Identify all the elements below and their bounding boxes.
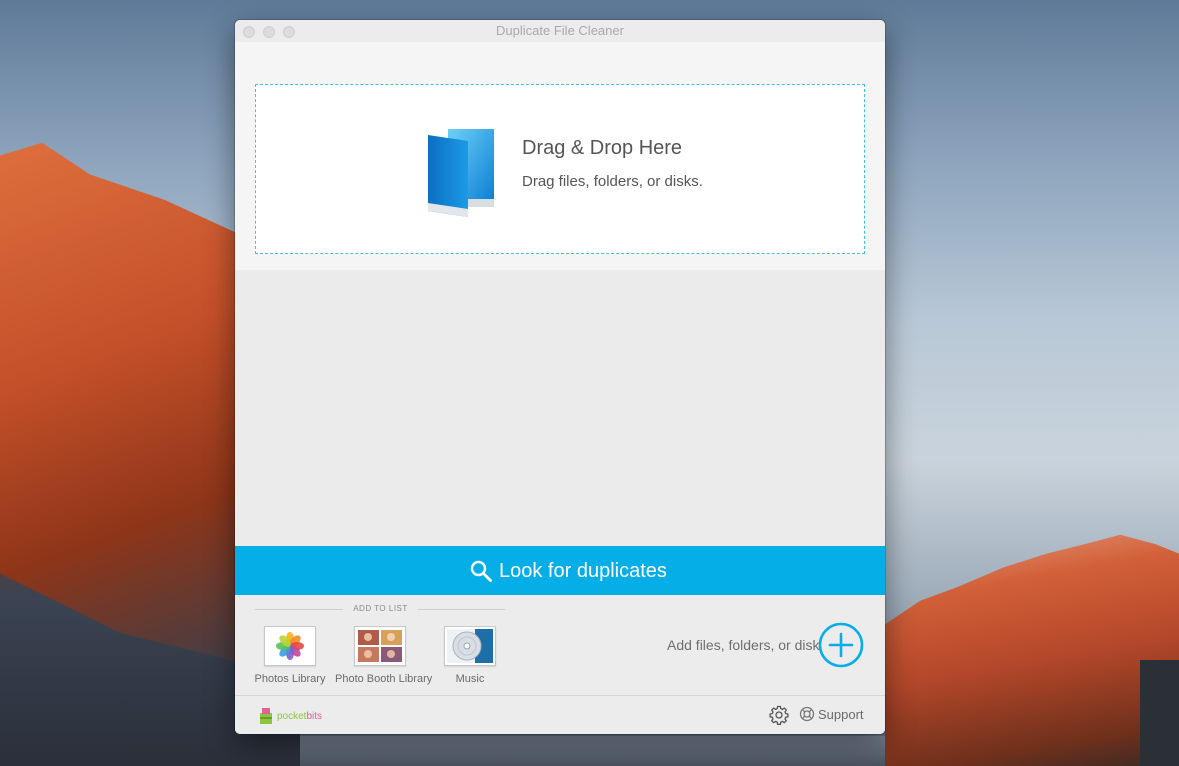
pocketbits-logo[interactable]: pocketbits xyxy=(259,707,322,725)
app-window: Duplicate File Cleaner Drag & Drop Here … xyxy=(235,20,885,734)
zoom-window-button[interactable] xyxy=(283,26,295,38)
divider xyxy=(255,609,343,610)
drop-zone[interactable]: Drag & Drop Here Drag files, folders, or… xyxy=(255,84,865,254)
file-list-area xyxy=(235,270,885,546)
window-title: Duplicate File Cleaner xyxy=(496,23,624,38)
footer: pocketbits Support xyxy=(235,696,885,734)
music-icon xyxy=(444,626,496,666)
title-bar[interactable]: Duplicate File Cleaner xyxy=(235,20,885,42)
lifebuoy-icon xyxy=(799,706,815,722)
brand-suffix: bits xyxy=(306,710,323,722)
wallpaper-valley xyxy=(300,736,885,766)
photos-library-button[interactable]: Photos Library xyxy=(245,626,335,685)
minimize-window-button[interactable] xyxy=(263,26,275,38)
add-panel: ADD TO LIST Photos Library Photo Booth L… xyxy=(235,595,885,695)
close-window-button[interactable] xyxy=(243,26,255,38)
photos-icon xyxy=(264,626,316,666)
drop-title: Drag & Drop Here xyxy=(522,137,683,159)
support-label: Support xyxy=(818,706,864,722)
gear-icon[interactable] xyxy=(769,705,789,725)
music-label: Music xyxy=(455,673,485,685)
add-to-list-header: ADD TO LIST xyxy=(353,604,408,613)
music-library-button[interactable]: Music xyxy=(425,626,515,685)
pocketbits-icon xyxy=(260,708,272,724)
wallpaper-rock-right xyxy=(1140,660,1179,766)
wallpaper-cliff-right xyxy=(885,534,1179,766)
divider xyxy=(418,609,505,610)
search-icon xyxy=(470,560,492,582)
plus-circle-icon[interactable] xyxy=(818,622,864,668)
photos-library-label: Photos Library xyxy=(254,673,326,685)
look-button-label: Look for duplicates xyxy=(499,559,667,582)
brand-prefix: pocket xyxy=(277,710,307,722)
drop-area: Drag & Drop Here Drag files, folders, or… xyxy=(235,42,885,270)
look-for-duplicates-button[interactable]: Look for duplicates xyxy=(235,546,885,595)
folder-icon xyxy=(428,129,494,217)
photo-booth-icon xyxy=(354,626,406,666)
drop-subtitle: Drag files, folders, or disks. xyxy=(522,173,703,190)
support-button[interactable]: Support xyxy=(799,706,864,722)
look-button-content: Look for duplicates xyxy=(469,558,667,584)
add-files-label: Add files, folders, or disk xyxy=(667,637,820,653)
photo-booth-library-label: Photo Booth Library xyxy=(335,673,433,685)
photo-booth-library-button[interactable]: Photo Booth Library xyxy=(335,626,433,685)
